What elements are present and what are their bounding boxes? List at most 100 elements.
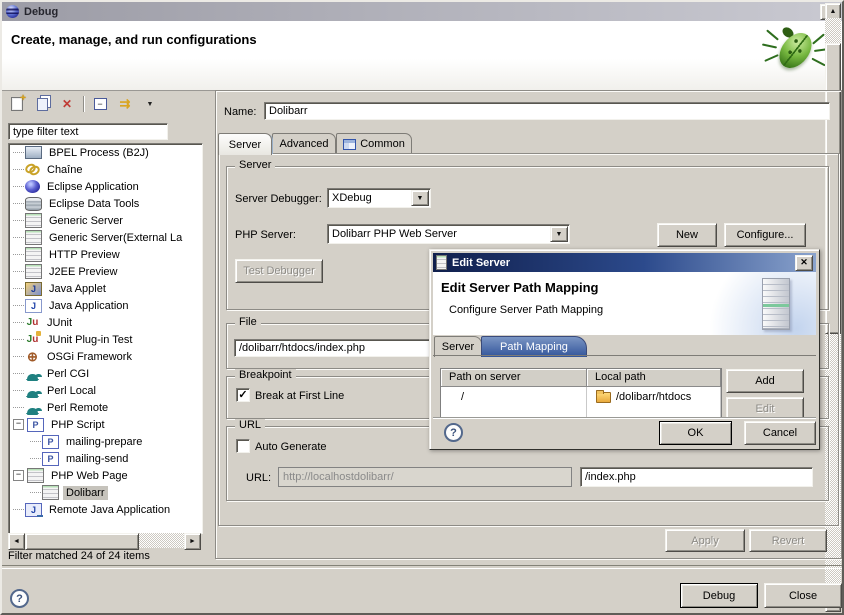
tree-item-label: Eclipse Application	[44, 180, 142, 194]
eclipse-sphere-icon	[25, 180, 40, 193]
check-icon: ✓	[238, 390, 247, 400]
perl-camel-icon	[25, 366, 40, 381]
delete-icon[interactable]: ✕	[58, 95, 76, 113]
dialog-titlebar: Edit Server ✕	[433, 253, 816, 272]
php-script-icon: P	[27, 418, 44, 432]
tree-item[interactable]: HTTP Preview	[9, 246, 202, 263]
tree-item[interactable]: Pmailing-prepare	[9, 433, 202, 450]
scroll-track[interactable]	[139, 533, 184, 548]
server-icon	[436, 255, 447, 270]
tree-item[interactable]: Perl Local	[9, 382, 202, 399]
tree-item[interactable]: JJava Application	[9, 297, 202, 314]
tree-item[interactable]: Dolibarr	[9, 484, 202, 501]
tree-connector	[13, 254, 24, 255]
auto-generate-checkbox[interactable]	[236, 439, 250, 453]
tree-item-label: Generic Server(External La	[46, 231, 185, 245]
server-debugger-select[interactable]: XDebug ▼	[327, 188, 431, 208]
tree-item-label: Eclipse Data Tools	[46, 197, 142, 211]
break-first-line-checkbox[interactable]: ✓	[236, 388, 250, 402]
tree-item-label: Chaîne	[44, 163, 85, 177]
tab-server[interactable]: Server	[218, 133, 272, 155]
tree-item[interactable]: Chaîne	[9, 161, 202, 178]
server-icon	[25, 247, 42, 262]
tree-item-label: Perl Remote	[44, 401, 111, 415]
osgi-framework-icon: ⊕	[25, 349, 40, 364]
tree-item[interactable]: Generic Server	[9, 212, 202, 229]
tree-item[interactable]: JuJUnit	[9, 314, 202, 331]
add-mapping-button[interactable]: Add	[726, 369, 804, 393]
scroll-thumb[interactable]	[25, 533, 139, 550]
dialog-help-icon[interactable]: ?	[444, 423, 463, 442]
tree-item[interactable]: BPEL Process (B2J)	[9, 144, 202, 161]
tree-item-label: Dolibarr	[63, 486, 108, 500]
table-row[interactable]: //dolibarr/htdocs	[441, 387, 721, 405]
tree-item[interactable]: Eclipse Application	[9, 178, 202, 195]
toolbar-menu-arrow-icon[interactable]: ▼	[141, 95, 159, 113]
tree-horizontal-scrollbar[interactable]: ◄ ►	[8, 533, 201, 548]
java-applet-icon: J	[25, 282, 42, 296]
server-group-title: Server	[235, 159, 275, 171]
new-configuration-icon[interactable]: +	[8, 95, 26, 113]
edit-server-dialog: Edit Server ✕ Edit Server Path Mapping C…	[429, 249, 820, 450]
scroll-left-icon[interactable]: ◄	[8, 533, 25, 550]
tree-connector	[13, 509, 24, 510]
tree-expander-icon[interactable]: −	[13, 470, 24, 481]
cancel-button[interactable]: Cancel	[744, 421, 816, 445]
tree-expander-icon[interactable]: −	[13, 419, 24, 430]
tree-item[interactable]: Generic Server(External La	[9, 229, 202, 246]
tree-item[interactable]: −PHP Web Page	[9, 467, 202, 484]
url-path-input[interactable]	[580, 467, 813, 487]
tree-item[interactable]: Pmailing-send	[9, 450, 202, 467]
filter-icon[interactable]: ⇉	[116, 95, 134, 113]
config-tree: BPEL Process (B2J) Chaîne Eclipse Applicat…	[8, 143, 203, 534]
filter-status: Filter matched 24 of 24 items	[8, 550, 150, 562]
tab-advanced[interactable]: Advanced	[272, 133, 336, 154]
tree-connector	[13, 169, 24, 170]
tree-item-label: HTTP Preview	[46, 248, 123, 262]
tree-item[interactable]: Perl CGI	[9, 365, 202, 382]
dialog-header: Edit Server Path Mapping Configure Serve…	[433, 272, 816, 335]
chevron-down-icon[interactable]: ▼	[411, 190, 429, 206]
dialog-tab-path-mapping[interactable]: Path Mapping	[481, 336, 587, 357]
junit-icon: Ju	[25, 315, 40, 330]
tree-connector	[13, 288, 24, 289]
php-server-select[interactable]: Dolibarr PHP Web Server ▼	[327, 224, 570, 244]
server-icon	[25, 230, 42, 245]
chevron-down-icon[interactable]: ▼	[550, 226, 568, 242]
close-button[interactable]: Close	[764, 583, 842, 608]
scroll-right-icon[interactable]: ►	[184, 533, 201, 550]
tree-item[interactable]: −PPHP Script	[9, 416, 202, 433]
ok-button[interactable]: OK	[659, 421, 732, 445]
tree-item[interactable]: Perl Remote	[9, 399, 202, 416]
tree-item[interactable]: J Java Applet	[9, 280, 202, 297]
tree-connector	[30, 492, 41, 493]
debug-button[interactable]: Debug	[680, 583, 758, 608]
test-debugger-button: Test Debugger	[235, 259, 323, 283]
tree-connector	[13, 373, 24, 374]
tree-item[interactable]: J2EE Preview	[9, 263, 202, 280]
dialog-title: Edit Server	[452, 257, 510, 269]
filter-input[interactable]	[8, 123, 168, 140]
tree-item-label: Java Applet	[46, 282, 109, 296]
tree-connector	[13, 390, 24, 391]
duplicate-icon[interactable]	[33, 95, 51, 113]
server-tower-icon	[762, 278, 790, 330]
tree-item[interactable]: JRemote Java Application	[9, 501, 202, 518]
tree-connector	[30, 458, 41, 459]
tree-item[interactable]: ⊕OSGi Framework	[9, 348, 202, 365]
new-server-button[interactable]: New	[657, 223, 717, 247]
server-icon	[25, 264, 42, 279]
tab-common[interactable]: Common	[336, 133, 412, 154]
column-header[interactable]: Path on server	[441, 369, 587, 387]
collapse-all-icon[interactable]: −	[91, 95, 109, 113]
help-icon[interactable]: ?	[10, 589, 29, 608]
column-header[interactable]: Local path	[587, 369, 721, 387]
dialog-tab-server[interactable]: Server	[434, 336, 482, 357]
configure-button[interactable]: Configure...	[724, 223, 806, 247]
apply-button: Apply	[665, 529, 745, 552]
breakpoint-group-title: Breakpoint	[235, 369, 296, 381]
dialog-close-button[interactable]: ✕	[795, 255, 813, 271]
tree-item[interactable]: Eclipse Data Tools	[9, 195, 202, 212]
name-input[interactable]	[264, 102, 830, 120]
tree-item[interactable]: JuJUnit Plug-in Test	[9, 331, 202, 348]
